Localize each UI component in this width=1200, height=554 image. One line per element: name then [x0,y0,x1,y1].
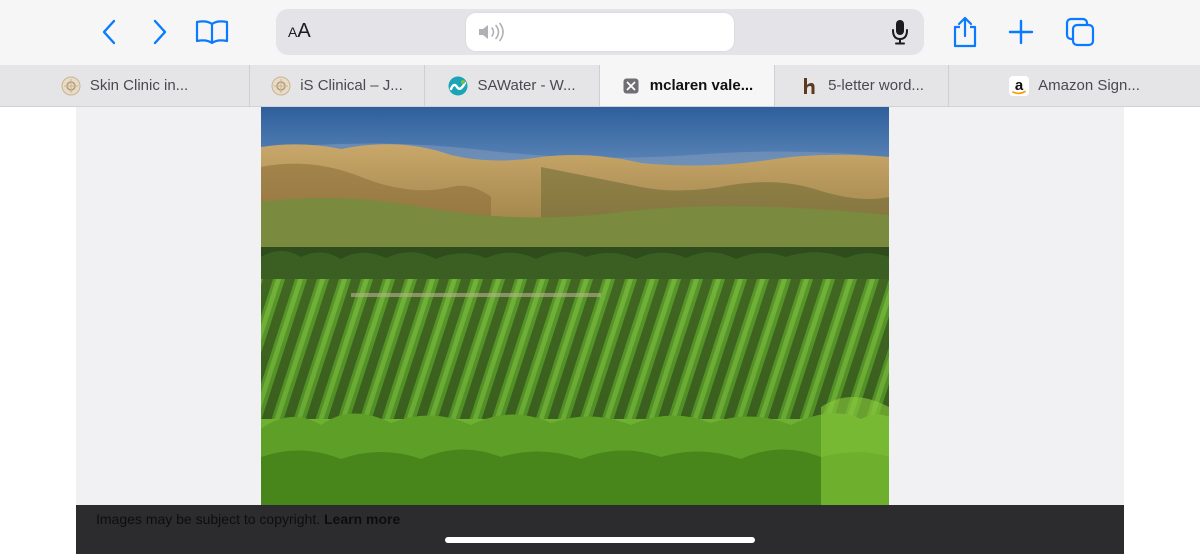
h-favicon [799,76,819,96]
vineyard-photo[interactable] [261,107,889,505]
chevron-left-icon [102,19,116,45]
chevron-right-icon [153,19,167,45]
close-icon [623,78,639,93]
book-icon [195,20,229,45]
tab-label: Skin Clinic in... [89,77,189,94]
image-viewer[interactable] [76,107,1124,505]
clinic-favicon [271,76,291,96]
learn-more-link[interactable]: Learn more [324,511,400,527]
browser-toolbar: AA [0,0,1200,65]
plus-icon [1008,19,1034,45]
tab-amazon-sign-in[interactable]: a Amazon Sign... [949,65,1200,106]
tab-mclaren-vale[interactable]: mclaren vale... [600,65,775,106]
reader-label-small: A [288,24,298,40]
svg-text:a: a [1015,77,1024,94]
tab-label: 5-letter word... [828,77,924,94]
tab-label: Amazon Sign... [1038,77,1140,94]
bookmarks-button[interactable] [194,14,230,50]
page-margin-left [0,107,76,554]
tab-label: mclaren vale... [649,77,754,94]
tab-skin-clinic[interactable]: Skin Clinic in... [0,65,250,106]
tabs-overview-icon [1065,17,1095,47]
page-margin-right [1124,107,1200,554]
microphone-icon [892,20,908,45]
tab-sawater[interactable]: SAWater - W... [425,65,600,106]
reader-label-big: A [297,20,311,42]
copyright-notice: Images may be subject to copyright. Lear… [96,511,400,527]
reader-options-button[interactable]: AA [288,20,322,44]
back-button[interactable] [92,14,128,50]
url-field[interactable] [466,13,734,51]
vineyard-image [261,107,889,505]
image-info-bar: Images may be subject to copyright. Lear… [76,505,1124,554]
speaker-icon[interactable] [477,22,507,42]
forward-button[interactable] [141,14,177,50]
clinic-favicon [61,76,81,96]
address-bar[interactable]: AA [276,9,924,55]
tab-label: SAWater - W... [477,77,576,94]
new-tab-button[interactable] [1003,14,1039,50]
tab-is-clinical[interactable]: iS Clinical – J... [250,65,425,106]
sawater-favicon [448,76,468,96]
tab-label: iS Clinical – J... [300,77,403,94]
tab-bar: Skin Clinic in... iS Clinical – J... SAW… [0,65,1200,107]
tabs-overview-button[interactable] [1062,14,1098,50]
share-icon [953,16,977,48]
copyright-text: Images may be subject to copyright. [96,511,321,527]
close-tab-button[interactable] [621,76,641,96]
home-indicator[interactable] [445,537,755,543]
share-button[interactable] [947,14,983,50]
tab-5-letter-words[interactable]: 5-letter word... [775,65,949,106]
microphone-button[interactable] [886,18,914,46]
amazon-favicon: a [1009,75,1030,96]
